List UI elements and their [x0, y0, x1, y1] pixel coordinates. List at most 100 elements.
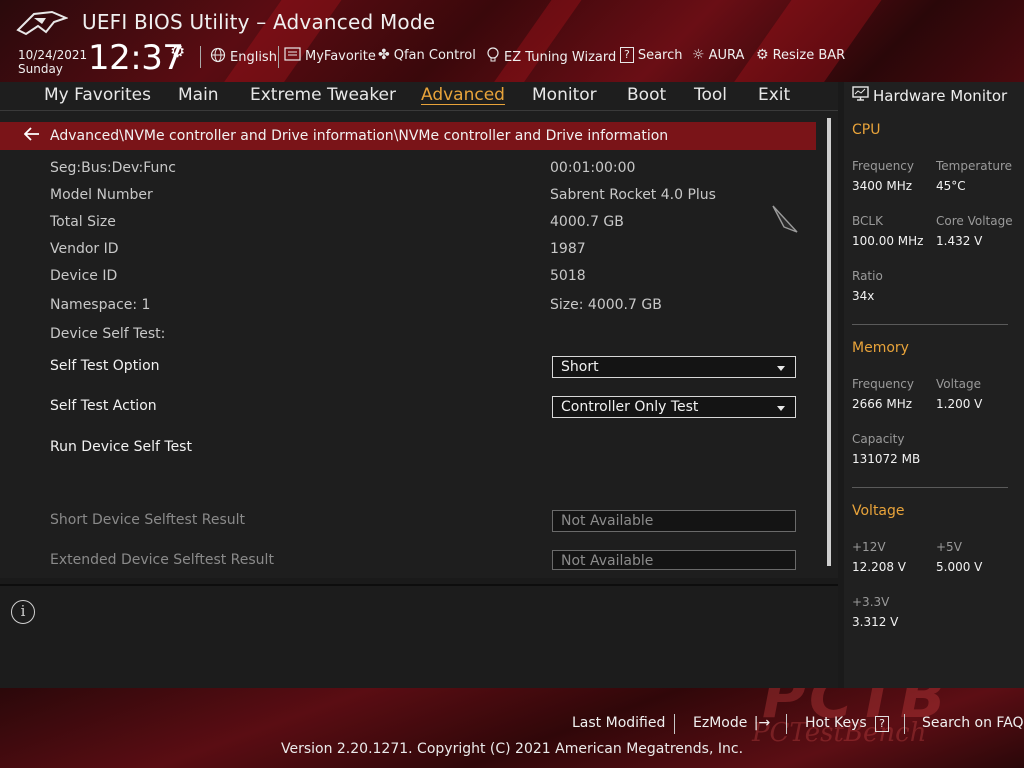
footer-divider	[786, 714, 787, 734]
memory-frequency-value: 2666 MHz	[852, 397, 913, 411]
last-modified-button[interactable]: Last Modified	[572, 715, 665, 731]
self-test-action-select[interactable]: Controller Only Test	[552, 396, 796, 418]
tab-boot[interactable]: Boot	[627, 85, 666, 105]
ez-tuning-wizard-button[interactable]: EZ Tuning Wizard	[486, 47, 616, 67]
v33-label: +3.3V	[852, 595, 890, 609]
cpu-temperature-label: Temperature	[936, 159, 1013, 173]
tab-extreme-tweaker[interactable]: Extreme Tweaker	[250, 85, 396, 105]
date-display: 10/24/2021 Sunday	[18, 48, 87, 76]
hardware-monitor-title-text: Hardware Monitor	[873, 86, 1008, 105]
seg-bus-dev-func-value: 00:01:00:00	[550, 160, 636, 176]
monitor-icon	[852, 86, 869, 105]
ezmode-button[interactable]: EzMode |→	[693, 715, 770, 731]
scrollbar[interactable]	[827, 118, 831, 566]
qfan-label: Qfan Control	[393, 47, 476, 63]
tab-my-favorites[interactable]: My Favorites	[44, 85, 151, 105]
header-bar: UEFI BIOS Utility – Advanced Mode 10/24/…	[0, 0, 1024, 82]
v12-value: 12.208 V	[852, 560, 907, 574]
search-question-icon: ?	[620, 47, 634, 63]
cpu-frequency-value: 3400 MHz	[852, 179, 913, 193]
seg-bus-dev-func-label: Seg:Bus:Dev:Func	[50, 160, 176, 176]
search-label: Search	[637, 47, 683, 63]
date-text: 10/24/2021	[18, 48, 88, 62]
fan-icon: ✤	[378, 47, 390, 63]
language-button[interactable]: English	[210, 47, 277, 67]
main-panel: My Favorites Main Extreme Tweaker Advanc…	[0, 82, 838, 578]
model-number-value: Sabrent Rocket 4.0 Plus	[550, 187, 716, 203]
hot-keys-label: Hot Keys	[805, 715, 867, 731]
device-id-value: 5018	[550, 268, 586, 284]
namespace-label: Namespace: 1	[50, 297, 151, 313]
vendor-id-value: 1987	[550, 241, 586, 257]
toolbar-divider	[278, 46, 279, 68]
model-number-label: Model Number	[50, 187, 153, 203]
hardware-monitor-title: Hardware Monitor	[852, 86, 1007, 105]
myfavorite-label: MyFavorite	[305, 48, 376, 64]
info-icon: i	[11, 600, 35, 624]
hot-keys-button[interactable]: Hot Keys ?	[805, 715, 890, 732]
myfavorite-button[interactable]: MyFavorite	[284, 47, 376, 65]
hardware-monitor-panel: Hardware Monitor CPU Frequency 3400 MHz …	[844, 82, 1024, 688]
short-selftest-result-label: Short Device Selftest Result	[50, 512, 246, 528]
self-test-action-value: Controller Only Test	[561, 399, 699, 415]
ezmode-label: EzMode	[693, 715, 748, 731]
ratio-value: 34x	[852, 289, 875, 303]
tab-exit[interactable]: Exit	[758, 85, 790, 105]
run-device-self-test-button[interactable]: Run Device Self Test	[50, 439, 192, 455]
lightbulb-icon	[486, 47, 500, 67]
search-faq-button[interactable]: Search on FAQ	[922, 715, 1024, 731]
memory-capacity-value: 131072 MB	[852, 452, 921, 466]
v5-value: 5.000 V	[936, 560, 983, 574]
tab-tool[interactable]: Tool	[694, 85, 727, 105]
question-key-icon: ?	[875, 716, 890, 732]
header-decoration	[721, 0, 889, 82]
search-button[interactable]: ? Search	[620, 47, 683, 63]
aura-light-icon: ☼	[692, 47, 705, 63]
section-divider	[852, 487, 1008, 488]
bclk-value: 100.00 MHz	[852, 234, 924, 248]
v12-label: +12V	[852, 540, 886, 554]
back-arrow-icon[interactable]	[23, 126, 42, 146]
gear-icon[interactable]: ⚙	[170, 42, 185, 62]
short-selftest-result-field: Not Available	[552, 510, 796, 532]
memory-heading: Memory	[852, 340, 909, 356]
extended-selftest-result-value: Not Available	[561, 553, 654, 569]
resize-bar-label: Resize BAR	[772, 47, 846, 63]
favorite-list-icon	[284, 47, 301, 65]
resize-bar-icon: ⚙	[756, 47, 769, 63]
memory-frequency-label: Frequency	[852, 377, 914, 391]
footer-divider	[674, 714, 675, 734]
cpu-temperature-value: 45°C	[936, 179, 966, 193]
v5-label: +5V	[936, 540, 962, 554]
aura-button[interactable]: ☼ AURA	[692, 47, 744, 63]
app-title: UEFI BIOS Utility – Advanced Mode	[82, 10, 436, 34]
breadcrumb-path: Advanced\NVMe controller and Drive infor…	[50, 128, 669, 144]
tab-advanced[interactable]: Advanced	[421, 85, 505, 105]
core-voltage-label: Core Voltage	[936, 214, 1013, 228]
extended-selftest-result-field: Not Available	[552, 550, 796, 570]
qfan-control-button[interactable]: ✤ Qfan Control	[378, 47, 476, 63]
extended-selftest-result-label: Extended Device Selftest Result	[50, 552, 274, 568]
resize-bar-button[interactable]: ⚙ Resize BAR	[756, 47, 845, 63]
self-test-action-label: Self Test Action	[50, 398, 157, 414]
total-size-label: Total Size	[50, 214, 116, 230]
breadcrumb: Advanced\NVMe controller and Drive infor…	[0, 122, 816, 150]
footer-divider	[904, 714, 905, 734]
header-decoration	[481, 0, 589, 82]
mouse-pointer-icon	[772, 205, 798, 233]
voltage-heading: Voltage	[852, 503, 905, 519]
tab-main[interactable]: Main	[178, 85, 219, 105]
globe-icon	[210, 47, 226, 67]
vendor-id-label: Vendor ID	[50, 241, 119, 257]
rog-logo-icon	[16, 10, 68, 36]
ez-tuning-label: EZ Tuning Wizard	[504, 49, 617, 65]
self-test-heading: Device Self Test:	[50, 326, 166, 342]
language-label: English	[230, 49, 277, 65]
bclk-label: BCLK	[852, 214, 883, 228]
exit-arrow-icon: |→	[753, 715, 771, 731]
ratio-label: Ratio	[852, 269, 883, 283]
self-test-option-select[interactable]: Short	[552, 356, 796, 378]
cpu-frequency-label: Frequency	[852, 159, 914, 173]
self-test-option-label: Self Test Option	[50, 358, 160, 374]
tab-monitor[interactable]: Monitor	[532, 85, 597, 105]
